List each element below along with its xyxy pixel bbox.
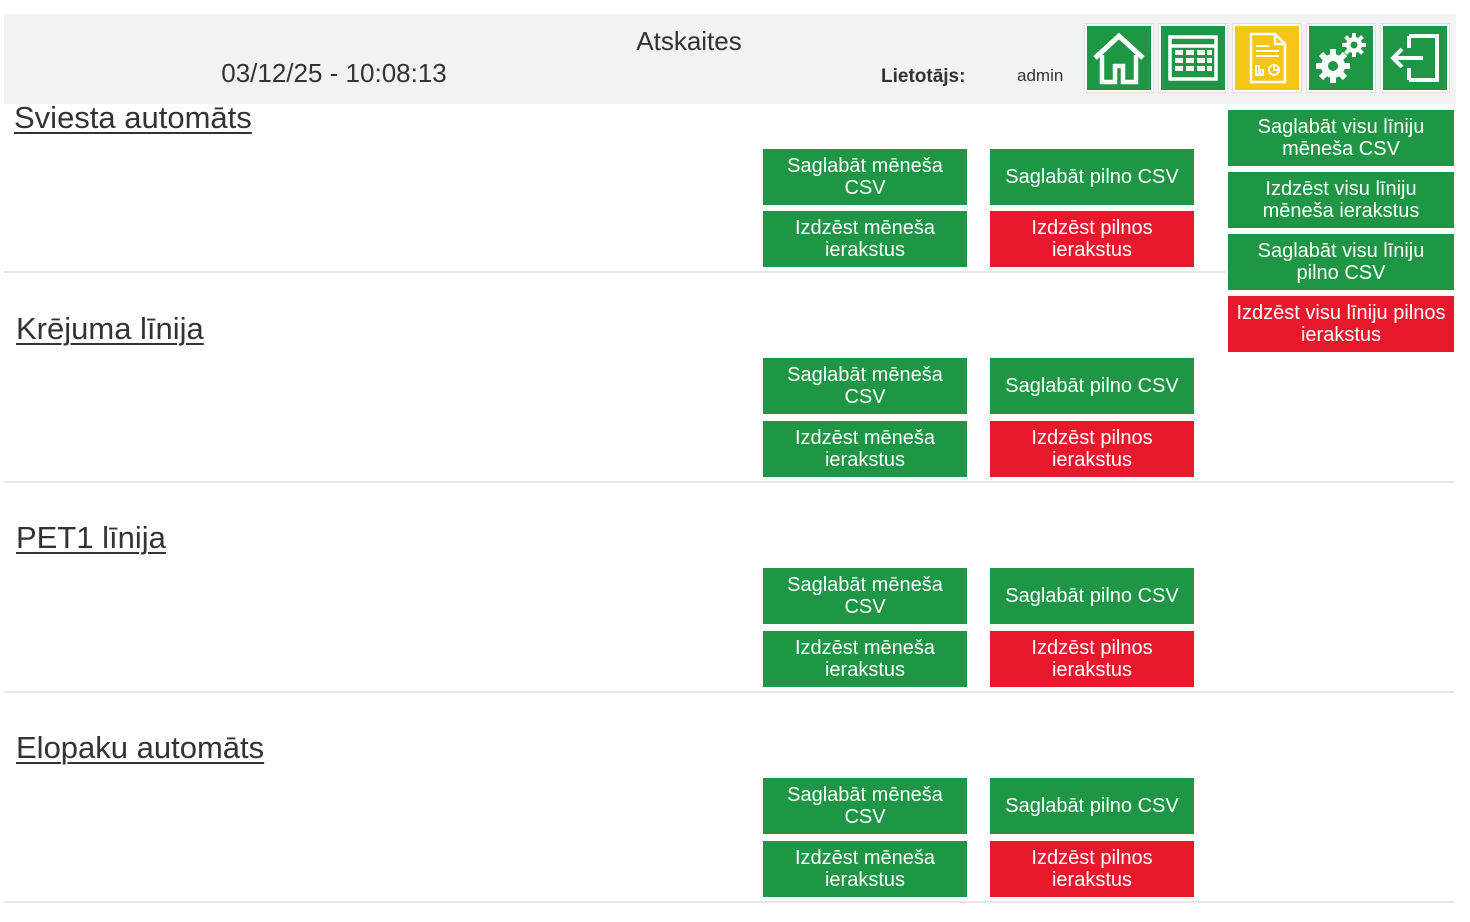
delete-month-records-button[interactable]: Izdzēst mēneša ierakstus <box>763 841 967 897</box>
user-value: admin <box>1017 66 1064 85</box>
save-full-csv-button[interactable]: Saglabāt pilno CSV <box>990 358 1194 414</box>
gears-icon <box>1316 33 1366 83</box>
logout-icon <box>1390 34 1439 82</box>
nav-table-button[interactable] <box>1158 23 1228 93</box>
nav-logout-button[interactable] <box>1380 23 1450 93</box>
date-time: 03/12/25 - 10:08:13 <box>221 58 447 88</box>
save-full-csv-button[interactable]: Saglabāt pilno CSV <box>990 568 1194 624</box>
delete-all-full-records-button[interactable]: Izdzēst visu līniju pilnos ierakstus <box>1228 296 1454 352</box>
save-all-full-csv-button[interactable]: Saglabāt visu līniju pilno CSV <box>1228 234 1454 290</box>
save-all-month-csv-button[interactable]: Saglabāt visu līniju mēneša CSV <box>1228 110 1454 166</box>
delete-all-month-records-button[interactable]: Izdzēst visu līniju mēneša ierakstus <box>1228 172 1454 228</box>
home-icon <box>1093 32 1145 85</box>
delete-full-records-button[interactable]: Izdzēst pilnos ierakstus <box>990 841 1194 897</box>
save-month-csv-button[interactable]: Saglabāt mēneša CSV <box>763 358 967 414</box>
delete-month-records-button[interactable]: Izdzēst mēneša ierakstus <box>763 631 967 687</box>
nav-home-button[interactable] <box>1084 23 1154 93</box>
report-icon <box>1249 32 1287 84</box>
table-icon <box>1168 35 1218 81</box>
section-divider <box>4 481 1454 483</box>
nav-reports-button[interactable] <box>1232 23 1302 93</box>
delete-full-records-button[interactable]: Izdzēst pilnos ierakstus <box>990 631 1194 687</box>
user-label: Lietotājs: <box>881 66 966 87</box>
nav-settings-button[interactable] <box>1306 23 1376 93</box>
delete-full-records-button[interactable]: Izdzēst pilnos ierakstus <box>990 211 1194 267</box>
section-divider <box>4 271 1226 273</box>
header-bar: Atskaites 03/12/25 - 10:08:13 Lietotājs:… <box>4 14 1456 104</box>
save-month-csv-button[interactable]: Saglabāt mēneša CSV <box>763 778 967 834</box>
page-title: Atskaites <box>636 26 742 56</box>
delete-month-records-button[interactable]: Izdzēst mēneša ierakstus <box>763 211 967 267</box>
section-title-sviesta[interactable]: Sviesta automāts <box>14 100 252 136</box>
section-divider <box>4 901 1454 903</box>
save-month-csv-button[interactable]: Saglabāt mēneša CSV <box>763 149 967 205</box>
section-title-elopaku[interactable]: Elopaku automāts <box>16 730 264 766</box>
delete-month-records-button[interactable]: Izdzēst mēneša ierakstus <box>763 421 967 477</box>
section-title-pet1[interactable]: PET1 līnija <box>16 520 166 556</box>
section-divider <box>4 691 1454 693</box>
section-title-krejuma[interactable]: Krējuma līnija <box>16 311 204 347</box>
delete-full-records-button[interactable]: Izdzēst pilnos ierakstus <box>990 421 1194 477</box>
save-month-csv-button[interactable]: Saglabāt mēneša CSV <box>763 568 967 624</box>
save-full-csv-button[interactable]: Saglabāt pilno CSV <box>990 778 1194 834</box>
save-full-csv-button[interactable]: Saglabāt pilno CSV <box>990 149 1194 205</box>
